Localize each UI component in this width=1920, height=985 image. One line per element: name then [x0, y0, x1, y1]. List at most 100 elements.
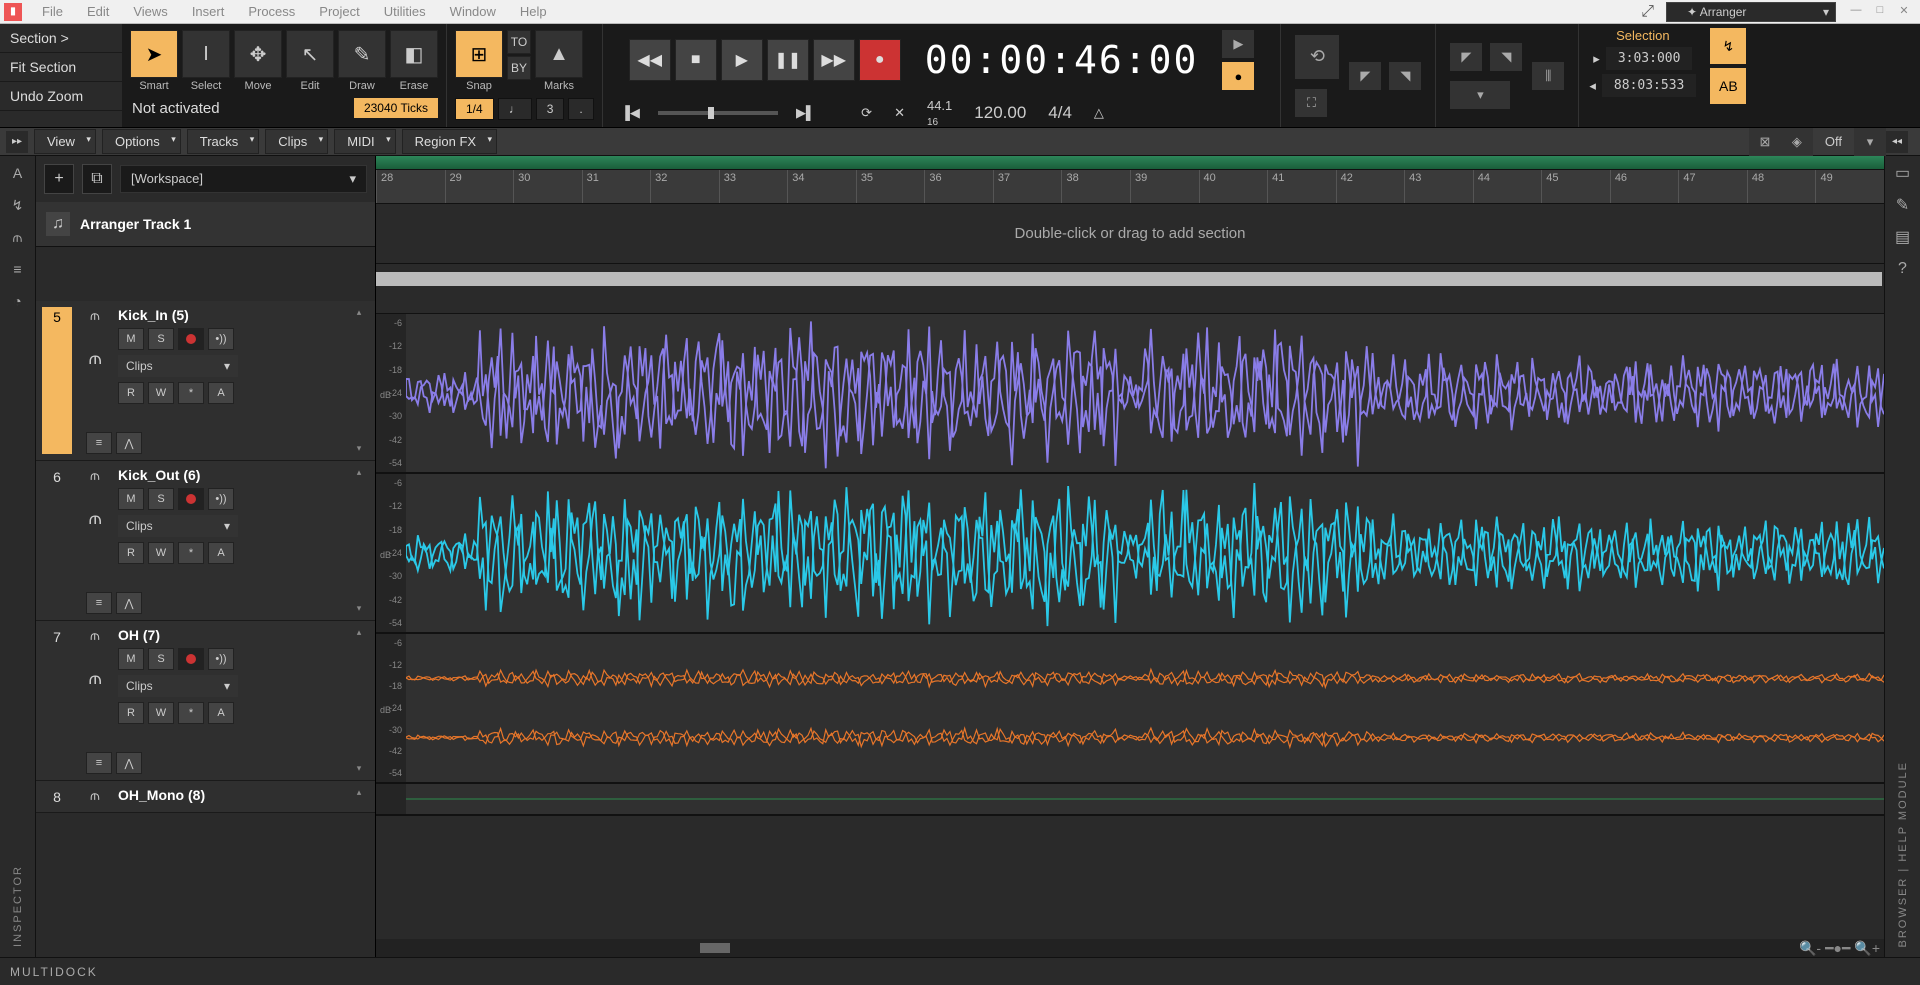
- loop-start-button[interactable]: ◤: [1450, 43, 1482, 71]
- loop-end-button[interactable]: ◥: [1490, 43, 1522, 71]
- clips-dropdown[interactable]: Clips▾: [118, 355, 238, 377]
- collapse-track-icon[interactable]: ▴: [357, 787, 362, 798]
- collapse-track-icon[interactable]: ▴: [357, 467, 362, 478]
- multidock-label[interactable]: MULTIDOCK: [10, 965, 98, 979]
- monitor-button[interactable]: •)): [208, 488, 234, 510]
- punch-in-button[interactable]: ⟲: [1295, 35, 1339, 79]
- menu-help[interactable]: Help: [508, 2, 559, 21]
- track-name[interactable]: OH (7): [118, 627, 343, 643]
- archive-button[interactable]: A: [208, 542, 234, 564]
- mute-button[interactable]: M: [118, 648, 144, 670]
- arm-button[interactable]: [178, 648, 204, 670]
- sample-rate[interactable]: 44.116: [919, 96, 960, 130]
- mute-button[interactable]: M: [118, 328, 144, 350]
- maximize-button[interactable]: □: [1870, 4, 1890, 20]
- browser-icon[interactable]: ▭: [1890, 160, 1916, 186]
- menu-utilities[interactable]: Utilities: [372, 2, 438, 21]
- clips-dropdown[interactable]: Clips▾: [118, 515, 238, 537]
- go-end-button[interactable]: ▶▌: [790, 105, 821, 121]
- track-name[interactable]: OH_Mono (8): [118, 787, 343, 803]
- track-automation-icon[interactable]: ⋀: [116, 592, 142, 614]
- waveform-lane-5[interactable]: -6-12-18-24-30-42-54dB: [376, 314, 1884, 474]
- track-number[interactable]: 6: [42, 467, 72, 614]
- duplicate-track-button[interactable]: ⧉: [82, 164, 112, 194]
- edit-tool[interactable]: ↖: [286, 30, 334, 78]
- marker-next-button[interactable]: ◥: [1389, 62, 1421, 90]
- smart-tool[interactable]: ➤: [130, 30, 178, 78]
- track-name[interactable]: Kick_In (5): [118, 307, 343, 323]
- play-button[interactable]: ▶: [721, 39, 763, 81]
- fullscreen-icon[interactable]: ⤢: [1641, 3, 1654, 21]
- regionfx-dropdown[interactable]: Region FX: [402, 129, 497, 154]
- collapse-left-button[interactable]: ▸▸: [6, 131, 28, 153]
- menu-project[interactable]: Project: [307, 2, 371, 21]
- menu-process[interactable]: Process: [236, 2, 307, 21]
- expand-track-icon[interactable]: ▾: [357, 603, 362, 614]
- options-dropdown[interactable]: Options: [102, 129, 181, 154]
- monitor-button[interactable]: •)): [208, 648, 234, 670]
- waveform-canvas[interactable]: dB: [406, 314, 1884, 472]
- go-start-button[interactable]: ▐◀: [615, 105, 646, 121]
- track-5[interactable]: 5 ⫙ ⫙ Kick_In (5) M S •)) Clips▾ R W * A…: [36, 301, 375, 461]
- solo-button[interactable]: S: [148, 328, 174, 350]
- track-automation-icon[interactable]: ⋀: [116, 752, 142, 774]
- arranger-track-header[interactable]: ♫ Arranger Track 1: [36, 202, 375, 247]
- tracks-dropdown[interactable]: Tracks: [187, 129, 260, 154]
- menu-window[interactable]: Window: [438, 2, 508, 21]
- track-7[interactable]: 7 ⫙ ⫙ OH (7) M S •)) Clips▾ R W * A ▴ ▾: [36, 621, 375, 781]
- menu-edit[interactable]: Edit: [75, 2, 121, 21]
- snap-note-icon[interactable]: ♩: [498, 98, 532, 120]
- selection-thru[interactable]: 88:03:533: [1602, 74, 1696, 97]
- waveform-lane-6[interactable]: -6-12-18-24-30-42-54dB: [376, 474, 1884, 634]
- snap-tool[interactable]: ⊞: [455, 30, 503, 78]
- arm-button[interactable]: [178, 328, 204, 350]
- section-button[interactable]: Section >: [0, 24, 122, 53]
- menu-insert[interactable]: Insert: [180, 2, 237, 21]
- clips-dropdown[interactable]: Clips: [265, 129, 328, 154]
- ruler-loop-region[interactable]: [376, 156, 1884, 170]
- waveform-canvas[interactable]: [406, 784, 1884, 814]
- zoom-out-h-icon[interactable]: 🔍-: [1799, 940, 1821, 957]
- ruler-numbers[interactable]: 2829303132333435363738394041424344454647…: [376, 170, 1884, 203]
- collapse-track-icon[interactable]: ▴: [357, 307, 362, 318]
- curve-button[interactable]: ↯: [1710, 28, 1746, 64]
- arranger-section-zone[interactable]: Double-click or drag to add section: [376, 204, 1884, 264]
- snap-by-button[interactable]: BY: [507, 56, 531, 80]
- write-button[interactable]: W: [148, 382, 174, 404]
- horizontal-scrollbar[interactable]: 🔍- ━●━ 🔍+: [376, 939, 1884, 957]
- timeline-ruler[interactable]: 2829303132333435363738394041424344454647…: [376, 156, 1884, 204]
- automation-off[interactable]: Off: [1813, 134, 1854, 149]
- tempo-display[interactable]: 120.00: [966, 101, 1034, 125]
- waveform-lane-8[interactable]: [376, 784, 1884, 816]
- track-settings-icon[interactable]: ≡: [86, 752, 112, 774]
- freeze-button[interactable]: *: [178, 382, 204, 404]
- stop-button[interactable]: ■: [675, 39, 717, 81]
- write-button[interactable]: W: [148, 542, 174, 564]
- track-settings-icon[interactable]: ≡: [86, 592, 112, 614]
- split-button[interactable]: ◈: [1781, 128, 1813, 156]
- track-8[interactable]: 8 ⫙ OH_Mono (8) ▴: [36, 781, 375, 813]
- archive-button[interactable]: A: [208, 702, 234, 724]
- track-type-icon[interactable]: ⫙: [90, 787, 100, 804]
- track-6[interactable]: 6 ⫙ ⫙ Kick_Out (6) M S •)) Clips▾ R W * …: [36, 461, 375, 621]
- ruler-button[interactable]: ⫼: [1532, 62, 1564, 90]
- record-button[interactable]: ●: [859, 39, 901, 81]
- clock-icon[interactable]: ◔: [5, 288, 31, 314]
- pause-button[interactable]: ❚❚: [767, 39, 809, 81]
- fit-section-button[interactable]: Fit Section: [0, 53, 122, 82]
- read-button[interactable]: R: [118, 542, 144, 564]
- expand-track-icon[interactable]: ▾: [357, 443, 362, 454]
- waveform-lane-7[interactable]: -6-12-18-24-30-42-54dB: [376, 634, 1884, 784]
- track-type-icon[interactable]: ⫙: [90, 627, 100, 644]
- freeze-button[interactable]: *: [178, 702, 204, 724]
- close-button[interactable]: ✕: [1894, 4, 1914, 20]
- track-name[interactable]: Kick_Out (6): [118, 467, 343, 483]
- expand-track-icon[interactable]: ▾: [357, 763, 362, 774]
- clips-dropdown[interactable]: Clips▾: [118, 675, 238, 697]
- auto-punch-button[interactable]: ▶: [1222, 30, 1254, 58]
- snap-dot[interactable]: .: [568, 98, 593, 120]
- add-track-button[interactable]: +: [44, 164, 74, 194]
- write-button[interactable]: W: [148, 702, 174, 724]
- menu-views[interactable]: Views: [121, 2, 179, 21]
- move-tool[interactable]: ✥: [234, 30, 282, 78]
